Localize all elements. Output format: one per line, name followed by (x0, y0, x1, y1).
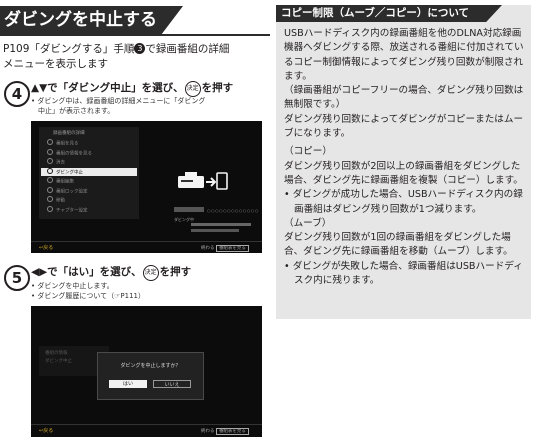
menu-item-icon (47, 158, 53, 164)
menu-item-1[interactable]: 番組の情報を見る (41, 148, 137, 157)
progress-box (174, 207, 204, 212)
menu-item-icon (47, 205, 53, 212)
menu-item-2[interactable]: 消去 (41, 158, 137, 166)
status-line-2 (191, 229, 239, 232)
intro-text: P109「ダビングする」手順 3 で録画番組の詳細 メニューを表示します (3, 42, 271, 72)
step4-note1: • ダビング中は、録画番組の詳細メニューに「ダビング (31, 97, 206, 105)
menu-item-icon (47, 186, 53, 193)
copy-text: ダビング残り回数が2回以上の録画番組をダビングした場合、ダビング先に録画番組を複… (284, 160, 523, 186)
confirm-dialog (97, 352, 204, 400)
intro-line1-a: P109「ダビングする」手順 (3, 43, 135, 55)
step5-heading-b: を押す (159, 266, 192, 278)
step4-note2: 中止」が表示されます。 (31, 107, 115, 115)
copy-label: （コピー） (284, 146, 332, 158)
menu-item-icon (47, 177, 53, 183)
step5-note1: • ダビングを中止します。 (31, 282, 114, 290)
step-ref-badge: 3 (134, 43, 146, 54)
menu-item-icon (47, 167, 53, 174)
move-text: ダビング残り回数が1回の録画番組をダビングした場合、ダビング先に録画番組を移動（… (284, 232, 513, 258)
para2: （録画番組がコピーフリーの場合、ダビング残り回数は無制限です。） (284, 85, 524, 111)
end-key: 番組表を見る (215, 245, 249, 252)
copy-control-box: コピー制限（ムーブ／コピー）について USBハードディスク内の録画番組を他のDL… (276, 5, 531, 319)
copy-control-heading: コピー制限（ムーブ／コピー）について (276, 5, 502, 22)
menu-item-icon (47, 196, 53, 202)
step5-heading-a: ◀▶で「はい」を選び、 (31, 266, 142, 278)
move-bullet: • ダビングが失敗した場合、録画番組はUSBハードディスク内に残ります。 (284, 260, 523, 287)
yes-button[interactable]: はい (109, 380, 147, 388)
menu-item-icon (47, 148, 53, 155)
menu-item-5[interactable]: 番組ロック設定 (41, 186, 137, 195)
menu-item-3[interactable]: ダビング中止 (41, 167, 137, 176)
copy-bullet: • ダビングが成功した場合、USBハードディスク内の録画番組はダビング残り回数が… (284, 189, 523, 215)
para3: ダビング残り回数によってダビングがコピーまたはムーブになります。 (284, 113, 524, 140)
dim-menu-item-2: ダビング中止 (45, 359, 72, 364)
end-key-2: 番組表を見る (215, 428, 249, 435)
step5-heading: ◀▶で「はい」を選び、 決定 を押す (31, 264, 191, 281)
return-label-2: ↩戻る (39, 428, 54, 434)
menu-item-7[interactable]: チャプター設定 (41, 205, 137, 214)
menu-item-label: 消去 (56, 160, 65, 166)
menu-item-label: 移動 (56, 198, 65, 204)
end-hint: 終わる 番組表を見る (201, 245, 249, 252)
status-line-1 (191, 223, 251, 226)
enter-key-icon-2: 決定 (142, 265, 159, 281)
step4-heading-b: を押す (201, 82, 234, 94)
step5-notes: • ダビングを中止します。 • ダビング履歴について（☞P111） (31, 281, 266, 301)
step4-notes: • ダビング中は、録画番組の詳細メニューに「ダビング 中止」が表示されます。 (31, 96, 266, 116)
menu-item-label: 番組編集 (56, 179, 74, 185)
intro-line2: メニューを表示します (3, 58, 108, 70)
title-rule (0, 34, 270, 36)
menu-item-0[interactable]: 番組を見る (41, 139, 137, 147)
menu-item-icon (47, 139, 53, 145)
menu-item-label: ダビング中止 (56, 170, 83, 175)
dim-menu-item-1: 番組の情報 (45, 351, 68, 356)
section-title: ダビングを中止する (0, 6, 183, 35)
end-hint-2: 終わる 番組表を見る (201, 428, 249, 435)
no-button[interactable]: いいえ (153, 380, 191, 388)
menu-item-6[interactable]: 移動 (41, 196, 137, 204)
screenshot-dubbing-menu: 録画番組の詳細 番組を見る番組の情報を見る 消去ダビング中止 番組編集番組ロック設定… (31, 121, 262, 253)
move-label: （ムーブ） (284, 217, 332, 229)
recorder-to-device-icon (177, 167, 229, 199)
intro-line1-b: で録画番組の詳細 (145, 43, 230, 55)
step4-heading: ▲▼で「ダビング中止」を選び、 決定 を押す (31, 80, 233, 97)
return-label: ↩戻る (39, 245, 54, 251)
menu-item-label: 番組ロック設定 (56, 189, 88, 194)
menu-item-label: チャプター設定 (56, 208, 88, 213)
menu-item-label: 番組の情報を見る (56, 151, 92, 156)
step4-number: 4 (4, 81, 30, 107)
copy-control-body: USBハードディスク内の録画番組を他のDLNA対応録画機器へダビングする際、放送… (284, 27, 528, 288)
step4-heading-a: ▲▼で「ダビング中止」を選び、 (31, 82, 184, 94)
detail-menu-title: 録画番組の詳細 (53, 131, 85, 136)
enter-key-icon: 決定 (184, 81, 201, 97)
screenshot-confirm-dialog: 番組の情報 ダビング中止 ダビングを中止しますか？ はい いいえ ↩戻る 終わる… (31, 306, 262, 437)
step5-note2: • ダビング履歴について（☞P111） (31, 292, 146, 300)
step5-number: 5 (4, 265, 30, 291)
para1: USBハードディスク内の録画番組を他のDLNA対応録画機器へダビングする際、放送… (284, 28, 524, 82)
status-dots: ○○○○○○○○○○○○○ (207, 208, 259, 213)
menu-item-4[interactable]: 番組編集 (41, 177, 137, 185)
menu-item-label: 番組を見る (56, 141, 79, 147)
confirm-message: ダビングを中止しますか？ (120, 363, 181, 369)
